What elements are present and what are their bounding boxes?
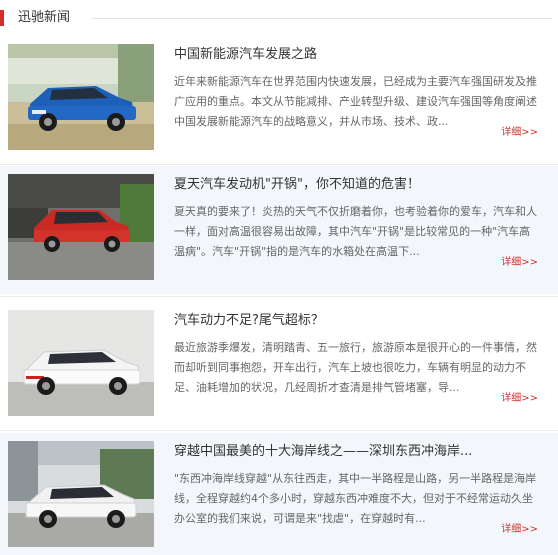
news-summary: 最近旅游季爆发，清明踏青、五一旅行，旅游原本是很开心的一件事情，然而却听到同事抱… (174, 341, 537, 394)
news-thumbnail[interactable] (8, 44, 154, 150)
news-title[interactable]: 穿越中国最美的十大海岸线之——深圳东西冲海岸... (174, 443, 472, 461)
news-title[interactable]: 中国新能源汽车发展之路 (174, 46, 317, 64)
section-accent-bar (0, 10, 4, 26)
news-title[interactable]: 夏天汽车发动机"开锅"，你不知道的危害！ (174, 176, 420, 194)
read-more-link[interactable]: 详细>> (501, 523, 538, 537)
section-rule (92, 18, 552, 19)
read-more-link[interactable]: 详细>> (501, 256, 538, 270)
section-title: 迅驰新闻 (18, 10, 71, 25)
item-divider (0, 296, 558, 297)
read-more-link[interactable]: 详细>> (501, 392, 538, 406)
item-divider (0, 164, 558, 165)
read-more-link[interactable]: 详细>> (501, 126, 538, 140)
news-thumbnail[interactable] (8, 310, 154, 416)
news-item[interactable]: 穿越中国最美的十大海岸线之——深圳东西冲海岸... "东西冲海岸线穿越"从东往西… (0, 433, 558, 555)
news-summary: "东西冲海岸线穿越"从东往西走，其中一半路程是山路，另一半路程是海岸线，全程穿越… (174, 472, 537, 525)
news-item[interactable]: 中国新能源汽车发展之路 近年来新能源汽车在世界范围内快速发展，已经成为主要汽车强… (0, 36, 558, 164)
news-summary: 夏天真的要来了！炎热的天气不仅折磨着你，也考验着你的爱车，汽车和人一样，面对高温… (174, 205, 537, 258)
news-thumbnail[interactable] (8, 441, 154, 547)
news-item[interactable]: 夏天汽车发动机"开锅"，你不知道的危害！ 夏天真的要来了！炎热的天气不仅折磨着你… (0, 166, 558, 294)
news-title[interactable]: 汽车动力不足?尾气超标？ (174, 312, 324, 330)
item-divider (0, 430, 558, 431)
news-thumbnail[interactable] (8, 174, 154, 280)
news-summary: 近年来新能源汽车在世界范围内快速发展，已经成为主要汽车强国研发及推广应用的重点。… (174, 75, 537, 128)
news-item[interactable]: 汽车动力不足?尾气超标？ 最近旅游季爆发，清明踏青、五一旅行，旅游原本是很开心的… (0, 302, 558, 430)
section-header: 迅驰新闻 (0, 0, 558, 34)
